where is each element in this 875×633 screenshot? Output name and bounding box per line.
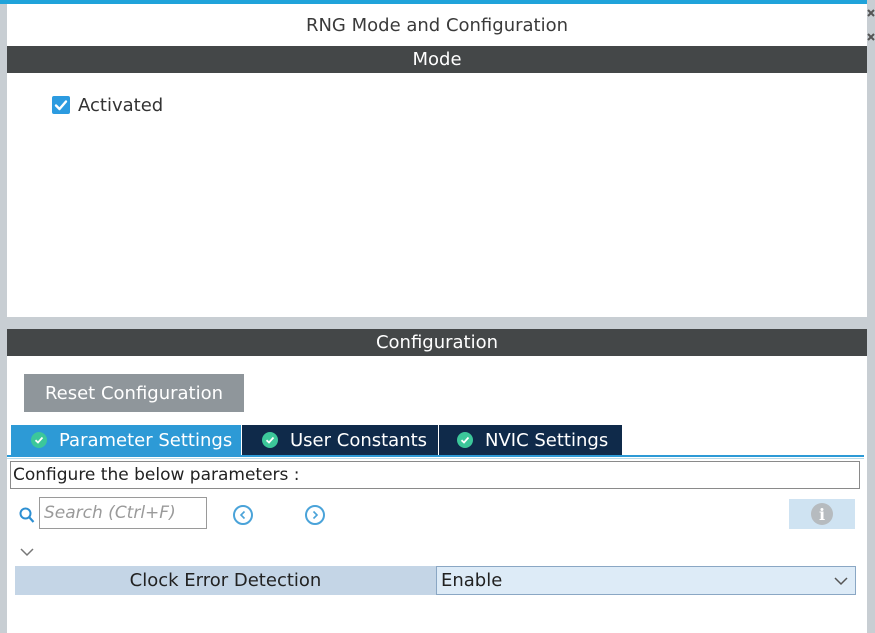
chevron-down-icon bbox=[20, 548, 34, 557]
check-circle-icon bbox=[457, 432, 473, 448]
resize-grip-icon bbox=[867, 9, 875, 41]
tab-nvic-settings[interactable]: NVIC Settings bbox=[438, 425, 622, 455]
tab-underline bbox=[7, 455, 864, 457]
tab-parameter-settings[interactable]: Parameter Settings bbox=[11, 425, 241, 455]
checkmark-icon bbox=[54, 100, 68, 111]
info-icon: i bbox=[811, 503, 833, 525]
right-edge-strip bbox=[867, 0, 875, 633]
info-button[interactable]: i bbox=[789, 499, 855, 529]
parameter-name-clock-error-detection: Clock Error Detection bbox=[15, 566, 436, 595]
chevron-down-icon bbox=[834, 577, 848, 586]
previous-match-button[interactable] bbox=[233, 505, 253, 525]
tab-label: Parameter Settings bbox=[59, 429, 233, 451]
mode-header: Mode bbox=[7, 46, 867, 73]
chevron-right-icon bbox=[312, 510, 319, 520]
activated-label[interactable]: Activated bbox=[78, 95, 163, 116]
group-collapse-toggle[interactable] bbox=[19, 543, 35, 562]
tab-user-constants[interactable]: User Constants bbox=[241, 425, 438, 455]
reset-configuration-button[interactable]: Reset Configuration bbox=[24, 374, 244, 412]
instruction-text: Configure the below parameters : bbox=[10, 461, 860, 489]
search-input[interactable] bbox=[39, 497, 207, 529]
window-title: RNG Mode and Configuration bbox=[305, 14, 569, 36]
panel-resize-handle[interactable] bbox=[867, 6, 875, 46]
parameter-value-select[interactable]: Enable bbox=[436, 566, 856, 595]
tab-label: User Constants bbox=[290, 429, 428, 451]
check-circle-icon bbox=[262, 432, 278, 448]
check-circle-icon bbox=[31, 432, 47, 448]
parameter-value: Enable bbox=[441, 570, 503, 591]
chevron-left-icon bbox=[239, 510, 246, 520]
search-icon bbox=[19, 507, 35, 529]
configuration-header: Configuration bbox=[7, 329, 867, 356]
tab-label: NVIC Settings bbox=[485, 429, 609, 451]
tab-underline-shadow bbox=[7, 458, 864, 459]
next-match-button[interactable] bbox=[305, 505, 325, 525]
activated-checkbox[interactable] bbox=[52, 96, 70, 114]
